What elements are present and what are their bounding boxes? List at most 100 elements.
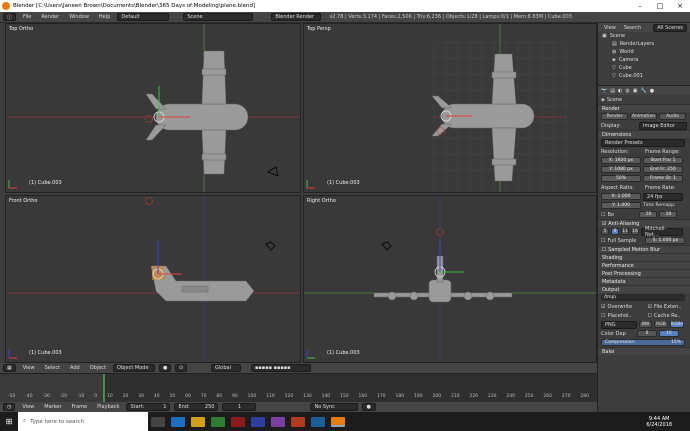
border-checkbox[interactable]: ☐	[601, 212, 605, 218]
compression-slider[interactable]: Compression: 15%	[601, 339, 685, 346]
menu-frame[interactable]: Frame	[69, 404, 91, 410]
viewport-front-ortho[interactable]: Front Ortho (1) Cube.003	[5, 195, 301, 363]
menu-view[interactable]: View	[19, 404, 37, 410]
outliner-item[interactable]: ◍ World	[602, 48, 690, 56]
remap-old-field[interactable]: 10	[639, 211, 658, 218]
timeline-area[interactable]: -50 -40 -30 -20 -10 0 10 20 30 40 50 60 70 80 90 100 110…	[0, 373, 597, 403]
resolution-x-field[interactable]: X: 1920 px	[601, 157, 641, 164]
aa-11-button[interactable]: 11	[621, 228, 629, 235]
menu-window[interactable]: Window	[66, 14, 92, 20]
cache-checkbox[interactable]: ☐	[647, 313, 651, 319]
shading-icon[interactable]: ●	[159, 364, 172, 372]
menu-view[interactable]: View	[20, 365, 38, 371]
edge-icon[interactable]	[171, 416, 185, 427]
acrobat-icon[interactable]	[231, 416, 245, 427]
render-presets-select[interactable]: Render Presets	[601, 138, 685, 147]
menu-file[interactable]: File	[20, 14, 34, 20]
premiere-icon[interactable]	[271, 416, 285, 427]
outliner-item[interactable]: ▽ Cube.001	[602, 72, 690, 80]
store-icon[interactable]	[211, 416, 225, 427]
bake-panel-header[interactable]: Bake	[598, 347, 690, 355]
menu-playback[interactable]: Playback	[94, 404, 122, 410]
windows-start-icon[interactable]: ⊞	[0, 417, 18, 426]
bw-button[interactable]: BW	[639, 321, 652, 328]
object-tab-icon[interactable]: ▣	[633, 88, 638, 94]
editor-type-icon[interactable]: ◷	[3, 403, 16, 411]
powerpoint-icon[interactable]	[291, 416, 305, 427]
menu-render[interactable]: Render	[38, 14, 62, 20]
dimensions-panel-header[interactable]: Dimensions	[598, 130, 690, 138]
render-button[interactable]: Render	[601, 113, 628, 120]
aa-size-field[interactable]: S: 1.000 px	[645, 237, 686, 244]
editor-type-icon[interactable]: ▦	[3, 364, 16, 372]
taskbar-search-box[interactable]: ⌕ Type here to search	[18, 412, 148, 431]
outliner-item[interactable]: ◈ Camera	[602, 56, 690, 64]
depth-8-button[interactable]: 8	[637, 330, 657, 337]
post-processing-panel-header[interactable]: Post Processing	[598, 269, 690, 277]
editor-type-icon[interactable]: ⓘ	[3, 13, 17, 21]
aspect-y-field[interactable]: Y: 1.000	[601, 202, 641, 209]
outliner-item[interactable]: ▤ RenderLayers	[602, 40, 690, 48]
placeholders-checkbox[interactable]: ☐	[601, 313, 605, 319]
keying-icon[interactable]: ●	[362, 403, 377, 411]
maximize-button[interactable]: □	[650, 2, 670, 10]
scene-tab-icon[interactable]: ◐	[618, 88, 622, 94]
resolution-y-field[interactable]: Y: 1080 px	[601, 166, 641, 173]
aa-filter-select[interactable]: Mitchell-Net...	[641, 226, 683, 238]
audio-button[interactable]: Audio	[659, 113, 686, 120]
layout-select[interactable]: Default	[117, 13, 170, 21]
resolution-percent-field[interactable]: 50%	[601, 175, 641, 182]
layers-grid[interactable]: ▪▪▪▪▪ ▪▪▪▪▪	[251, 364, 312, 372]
mode-select[interactable]: Object Mode	[113, 364, 156, 372]
system-clock[interactable]: 9:44 AM 6/24/2018	[646, 416, 690, 428]
depth-16-button[interactable]: 16	[659, 330, 679, 337]
viewport-right-ortho[interactable]: Right Ortho (1) Cube.003	[303, 195, 597, 363]
aa-5-button[interactable]: 5	[601, 228, 609, 235]
outliner-search-menu[interactable]: Search	[621, 25, 644, 31]
photoshop-icon[interactable]	[251, 416, 265, 427]
menu-marker[interactable]: Marker	[41, 404, 64, 410]
file-format-select[interactable]: PNG	[601, 320, 637, 329]
pivot-icon[interactable]: ⊙	[175, 364, 188, 372]
fps-select[interactable]: 24 fps	[643, 192, 683, 201]
outliner-display-select[interactable]: All Scenes	[653, 23, 687, 32]
full-sample-checkbox[interactable]: ☐	[601, 238, 605, 244]
motion-blur-panel-header[interactable]: ☐ Sampled Motion Blur	[598, 245, 690, 253]
orientation-select[interactable]: Global	[211, 364, 242, 372]
render-tab-icon[interactable]: 📷	[601, 88, 607, 94]
file-ext-checkbox[interactable]: ☑	[647, 304, 651, 310]
menu-add[interactable]: Add	[67, 365, 83, 371]
minimize-button[interactable]: –	[630, 2, 650, 10]
overwrite-checkbox[interactable]: ☑	[601, 304, 605, 310]
file-explorer-icon[interactable]	[191, 416, 205, 427]
outliner-item[interactable]: ▣ Scene	[602, 32, 690, 40]
material-tab-icon[interactable]: ●	[650, 88, 654, 94]
outliner-item[interactable]: ▽ Cube	[602, 64, 690, 72]
rgba-button[interactable]: RGBA	[670, 321, 684, 328]
frame-step-field[interactable]: Frame St: 1	[643, 175, 683, 182]
end-frame-field[interactable]: End: 250	[174, 403, 219, 411]
sync-select[interactable]: No Sync	[310, 403, 359, 411]
world-tab-icon[interactable]: ◍	[625, 88, 629, 94]
menu-object[interactable]: Object	[87, 365, 109, 371]
modifier-tab-icon[interactable]: 🔧	[640, 88, 646, 94]
aa-16-button[interactable]: 16	[631, 228, 639, 235]
output-path-field[interactable]: /tmp\	[601, 294, 685, 301]
render-panel-header[interactable]: Render	[598, 104, 690, 112]
shading-panel-header[interactable]: Shading	[598, 253, 690, 261]
task-view-icon[interactable]	[151, 416, 165, 427]
scene-select[interactable]: Scene	[183, 13, 254, 21]
metadata-panel-header[interactable]: Metadata	[598, 277, 690, 285]
start-frame-field[interactable]: Start: 1	[126, 403, 171, 411]
outliner-view-menu[interactable]: View	[601, 25, 619, 31]
viewport-top-ortho[interactable]: Top Ortho (1) Cube.003	[5, 23, 301, 193]
performance-panel-header[interactable]: Performance	[598, 261, 690, 269]
viewport-top-persp[interactable]: Top Persp (1) Cube.003	[303, 23, 597, 193]
aspect-x-field[interactable]: X: 1.000	[601, 193, 641, 200]
blender-taskbar-icon[interactable]	[331, 416, 345, 427]
current-frame-field[interactable]: 1	[222, 403, 257, 411]
aa-8-button[interactable]: 8	[611, 228, 619, 235]
frame-end-field[interactable]: End Fr: 250	[643, 166, 683, 173]
render-engine-select[interactable]: Blender Render	[271, 13, 322, 21]
menu-help[interactable]: Help	[96, 14, 113, 20]
